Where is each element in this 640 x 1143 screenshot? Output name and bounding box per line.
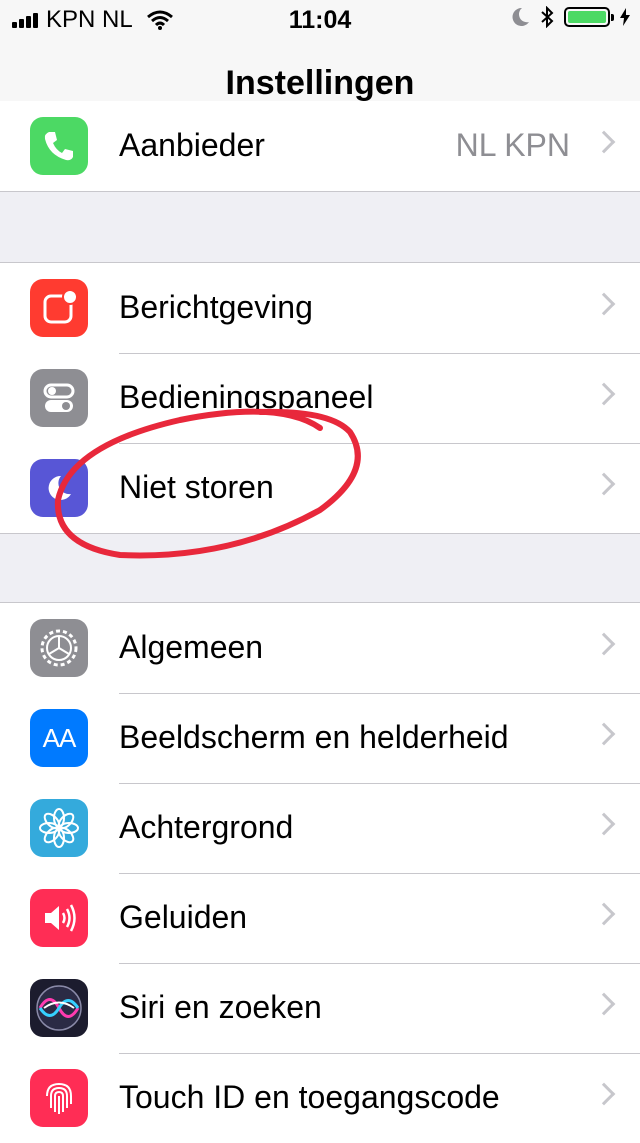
row-label: Touch ID en toegangscode [119,1079,500,1115]
settings-row-aanbieder[interactable]: Aanbieder NL KPN [0,101,640,191]
row-label: Beeldscherm en helderheid [119,719,509,755]
chevron-right-icon [592,292,616,316]
row-label: Niet storen [119,469,274,505]
settings-row-beeldscherm[interactable]: AA Beeldscherm en helderheid [0,693,640,783]
siri-icon [30,979,88,1037]
notifications-icon [30,279,88,337]
settings-row-achtergrond[interactable]: Achtergrond [0,783,640,873]
settings-row-geluiden[interactable]: Geluiden [0,873,640,963]
chevron-right-icon [592,902,616,926]
chevron-right-icon [592,130,616,154]
chevron-right-icon [592,382,616,406]
settings-group-general: Algemeen AA Beeldscherm en helderheid Ac… [0,602,640,1143]
settings-group-network: Aanbieder NL KPN [0,101,640,192]
control-center-icon [30,369,88,427]
row-label: Achtergrond [119,809,294,845]
speaker-icon [30,889,88,947]
settings-row-siri[interactable]: Siri en zoeken [0,963,640,1053]
chevron-right-icon [592,992,616,1016]
settings-row-niet-storen[interactable]: Niet storen [0,443,640,533]
settings-group-notifications: Berichtgeving Bedieningspaneel Niet stor… [0,262,640,534]
settings-row-algemeen[interactable]: Algemeen [0,603,640,693]
row-label: Aanbieder [119,127,265,163]
row-label: Siri en zoeken [119,989,322,1025]
text-size-icon: AA [30,709,88,767]
settings-row-bedieningspaneel[interactable]: Bedieningspaneel [0,353,640,443]
gear-icon [30,619,88,677]
row-detail-value: NL KPN [455,127,570,163]
chevron-right-icon [592,812,616,836]
row-label: Algemeen [119,629,264,665]
chevron-right-icon [592,472,616,496]
bluetooth-icon [541,6,554,28]
charging-bolt-icon [620,8,630,26]
row-label: Geluiden [119,899,248,935]
chevron-right-icon [592,1082,616,1106]
row-label: Bedieningspaneel [119,379,374,415]
settings-row-touch-id[interactable]: Touch ID en toegangscode [0,1053,640,1143]
status-bar: KPN NL 11:04 [0,0,640,42]
chevron-right-icon [592,632,616,656]
battery-icon [564,7,614,27]
chevron-right-icon [592,722,616,746]
moon-icon [30,459,88,517]
flower-icon [30,799,88,857]
phone-icon [30,117,88,175]
text-size-glyph: AA [42,722,77,753]
page-title: Instellingen [225,64,415,102]
fingerprint-icon [30,1069,88,1127]
row-label: Berichtgeving [119,289,313,325]
do-not-disturb-moon-icon [512,7,529,26]
settings-row-berichtgeving[interactable]: Berichtgeving [0,263,640,353]
